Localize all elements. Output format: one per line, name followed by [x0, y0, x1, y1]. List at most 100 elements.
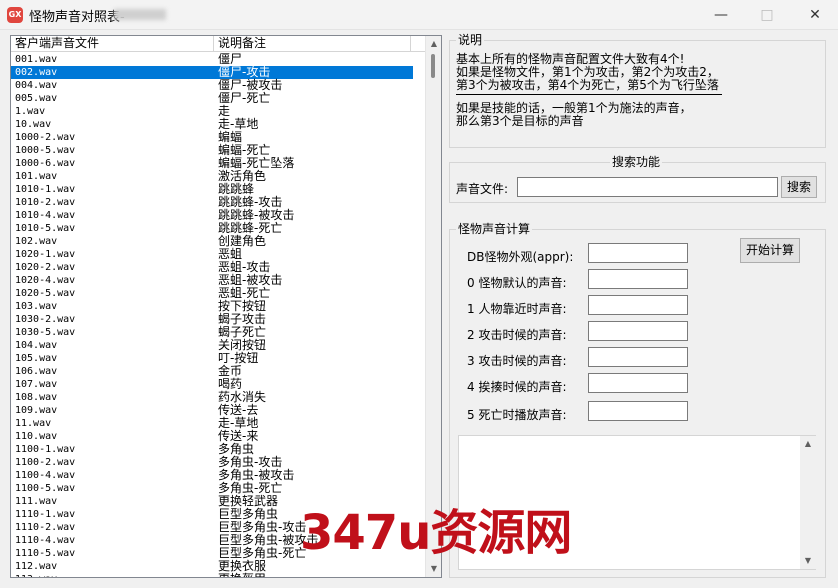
minimize-button[interactable]: — — [698, 0, 744, 30]
search-button[interactable]: 搜索 — [781, 176, 817, 198]
list-row[interactable]: 001.wav 僵尸 — [11, 53, 413, 66]
scroll-up-arrow-icon[interactable]: ▲ — [426, 36, 441, 52]
row-file: 10.wav — [15, 119, 52, 130]
list-row[interactable]: 108.wav 药水消失 — [11, 391, 413, 404]
list-row[interactable]: 105.wav 叮-按钮 — [11, 352, 413, 365]
list-row[interactable]: 1020-5.wav 恶蛆-死亡 — [11, 287, 413, 300]
row-file: 1100-2.wav — [15, 457, 76, 468]
attack-sound-input[interactable] — [588, 321, 688, 341]
attack2-sound-input[interactable] — [588, 347, 688, 367]
default-sound-input[interactable] — [588, 269, 688, 289]
start-calc-button[interactable]: 开始计算 — [740, 238, 800, 263]
maximize-button[interactable]: □ — [744, 0, 790, 30]
row-file: 102.wav — [15, 236, 58, 247]
scroll-down-arrow-icon[interactable]: ▼ — [426, 561, 441, 577]
output-scroll-down-icon[interactable]: ▼ — [800, 553, 816, 569]
list-row[interactable]: 1000-2.wav 蝙蝠 — [11, 131, 413, 144]
row-file: 1000-2.wav — [15, 132, 76, 143]
list-row[interactable]: 1010-1.wav 跳跳蜂 — [11, 183, 413, 196]
column-header-desc[interactable]: 说明备注 — [214, 36, 411, 52]
hit-sound-input[interactable] — [588, 373, 688, 393]
output-scrollbar[interactable]: ▲ ▼ — [800, 436, 816, 569]
list-row[interactable]: 1100-5.wav 多角虫-死亡 — [11, 482, 413, 495]
approach-sound-input[interactable] — [588, 295, 688, 315]
list-row[interactable]: 1030-5.wav 蝎子死亡 — [11, 326, 413, 339]
list-row[interactable]: 103.wav 按下按钮 — [11, 300, 413, 313]
row-desc: 僵尸-被攻击 — [218, 78, 283, 92]
list-row[interactable]: 1030-2.wav 蝎子攻击 — [11, 313, 413, 326]
row-file: 1010-2.wav — [15, 197, 76, 208]
list-row[interactable]: 10.wav 走-草地 — [11, 118, 413, 131]
row-desc: 跳跳蜂-攻击 — [218, 195, 283, 209]
list-row[interactable]: 106.wav 金币 — [11, 365, 413, 378]
window-title: 怪物声音对照表- — [29, 10, 125, 25]
list-row[interactable]: 004.wav 僵尸-被攻击 — [11, 79, 413, 92]
list-row[interactable]: 1010-2.wav 跳跳蜂-攻击 — [11, 196, 413, 209]
row-desc: 多角虫-被攻击 — [218, 468, 295, 482]
list-row[interactable]: 112.wav 更换衣服 — [11, 560, 413, 573]
list-row[interactable]: 1100-4.wav 多角虫-被攻击 — [11, 469, 413, 482]
list-header: 客户端声音文件 说明备注 — [11, 36, 427, 52]
list-row[interactable]: 1100-2.wav 多角虫-攻击 — [11, 456, 413, 469]
death-sound-input[interactable] — [588, 401, 688, 421]
title-bar: GX 怪物声音对照表- — □ ✕ — [0, 0, 838, 30]
scroll-thumb[interactable] — [431, 54, 435, 78]
row-desc: 更换轻武器 — [218, 494, 279, 508]
description-group-title: 说明 — [456, 33, 485, 47]
list-row[interactable]: 101.wav 激活角色 — [11, 170, 413, 183]
row-file: 001.wav — [15, 54, 58, 65]
row-file: 106.wav — [15, 366, 58, 377]
list-row[interactable]: 002.wav 僵尸-攻击 — [11, 66, 413, 79]
row-file: 1110-4.wav — [15, 535, 76, 546]
close-button[interactable]: ✕ — [792, 0, 838, 30]
row-desc: 蝎子死亡 — [218, 325, 267, 339]
app-icon: GX — [7, 7, 23, 23]
row-desc: 传送-来 — [218, 429, 259, 443]
row-file: 1100-5.wav — [15, 483, 76, 494]
row-desc: 金币 — [218, 364, 243, 378]
row-file: 113.wav — [15, 573, 57, 577]
list-row[interactable]: 104.wav 关闭按钮 — [11, 339, 413, 352]
row-desc: 多角虫-死亡 — [218, 481, 283, 495]
list-row[interactable]: 1020-1.wav 恶蛆 — [11, 248, 413, 261]
row-desc: 创建角色 — [218, 234, 267, 248]
appr-input[interactable] — [588, 243, 688, 263]
row-desc: 更换衣服 — [218, 559, 267, 573]
list-row[interactable]: 1010-4.wav 跳跳蜂-被攻击 — [11, 209, 413, 222]
sound-list[interactable]: 客户端声音文件 说明备注 001.wav 僵尸 002.wav 僵尸-攻击 004.wa… — [10, 35, 442, 578]
list-row[interactable]: 109.wav 传送-去 — [11, 404, 413, 417]
row-file: 1020-5.wav — [15, 288, 76, 299]
row-desc: 巨型多角虫-死亡 — [218, 546, 307, 560]
row-desc: 更换盔甲 — [218, 573, 266, 577]
search-input[interactable] — [517, 177, 778, 197]
list-row[interactable]: 11.wav 走-草地 — [11, 417, 413, 430]
output-scroll-up-icon[interactable]: ▲ — [800, 436, 816, 452]
attack2-sound-label: 3 攻击时候的声音: — [467, 354, 567, 368]
list-scrollbar[interactable]: ▲ ▼ — [425, 36, 441, 577]
list-row[interactable]: 1000-5.wav 蝙蝠-死亡 — [11, 144, 413, 157]
row-file: 108.wav — [15, 392, 58, 403]
list-row[interactable]: 102.wav 创建角色 — [11, 235, 413, 248]
list-row[interactable]: 005.wav 僵尸-死亡 — [11, 92, 413, 105]
approach-sound-label: 1 人物靠近时声音: — [467, 302, 567, 316]
list-row[interactable]: 110.wav 传送-来 — [11, 430, 413, 443]
watermark: 347u资源网 — [300, 505, 572, 561]
row-desc: 僵尸-攻击 — [218, 65, 271, 79]
column-header-file[interactable]: 客户端声音文件 — [11, 36, 214, 52]
row-desc: 恶蛆-死亡 — [218, 286, 271, 300]
list-row[interactable]: 1010-5.wav 跳跳蜂-死亡 — [11, 222, 413, 235]
row-desc: 跳跳蜂 — [218, 182, 255, 196]
row-file: 1100-4.wav — [15, 470, 76, 481]
list-row[interactable]: 1100-1.wav 多角虫 — [11, 443, 413, 456]
list-row[interactable]: 1020-4.wav 恶蛆-被攻击 — [11, 274, 413, 287]
row-desc: 巨型多角虫-攻击 — [218, 520, 307, 534]
list-row[interactable]: 113.wav 更换盔甲 — [11, 573, 413, 577]
row-file: 1100-1.wav — [15, 444, 76, 455]
row-desc: 走 — [218, 104, 231, 118]
list-row[interactable]: 107.wav 喝药 — [11, 378, 413, 391]
row-file: 112.wav — [15, 561, 58, 572]
list-row[interactable]: 1000-6.wav 蝙蝠-死亡坠落 — [11, 157, 413, 170]
list-row[interactable]: 1.wav 走 — [11, 105, 413, 118]
row-desc: 蝎子攻击 — [218, 312, 267, 326]
list-row[interactable]: 1020-2.wav 恶蛆-攻击 — [11, 261, 413, 274]
